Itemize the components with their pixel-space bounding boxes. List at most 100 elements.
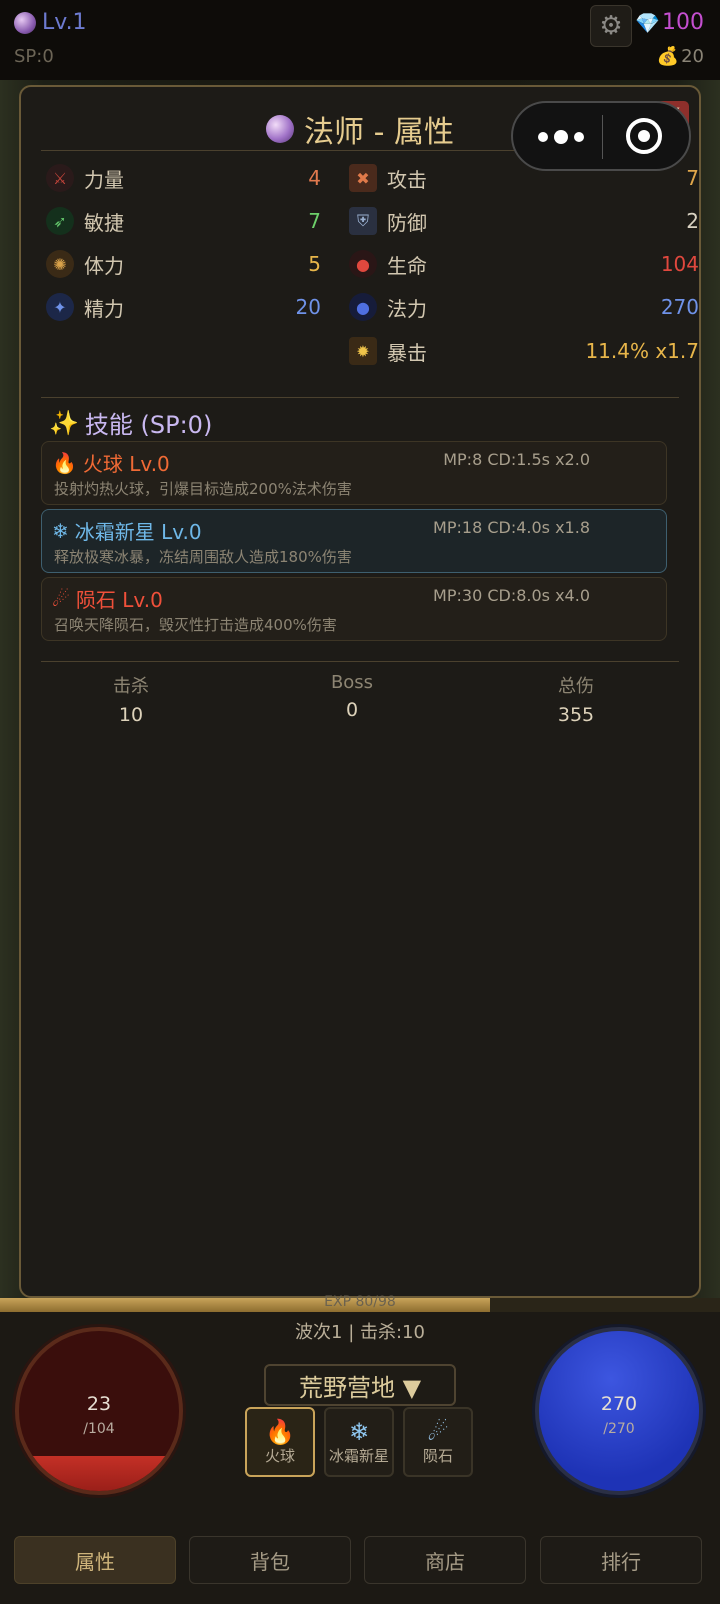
mage-orb-icon	[266, 115, 295, 143]
stat-crit: ✹ 暴击 11.4% x1.7	[349, 334, 699, 368]
close-miniprogram-button[interactable]	[626, 118, 662, 154]
skill-description: 释放极寒冰暴，冻结周围敌人造成180%伤害	[54, 548, 352, 566]
stat-strength: ⚔ 力量 4	[46, 161, 321, 195]
tab-shop[interactable]: 商店	[364, 1536, 526, 1584]
snowflake-icon: ❄	[52, 518, 69, 543]
stat-stamina: ✺ 体力 5	[46, 247, 321, 281]
stat-agility: ➶ 敏捷 7	[46, 204, 321, 238]
skills-header-text: 技能 (SP:0)	[84, 411, 213, 439]
stat-label: 攻击	[387, 167, 427, 192]
mp-current: 270	[600, 1393, 638, 1415]
top-bar: Lv.1 SP:0 ⚙ 💎 100 💰 20	[0, 0, 720, 80]
stat-label: 生命	[387, 253, 427, 278]
skill-name: 🔥 火球 Lv.0	[52, 448, 170, 477]
zone-selector[interactable]: 荒野营地 ▼	[264, 1364, 456, 1406]
skill-description: 投射灼热火球，引爆目标造成200%法术伤害	[54, 480, 352, 498]
skill-button-frost-nova[interactable]: ❄ 冰霜新星	[324, 1407, 394, 1477]
gold-count: 20	[681, 46, 704, 67]
total-damage: 总伤 355	[486, 672, 666, 726]
exp-text: EXP 80/98	[324, 1294, 396, 1310]
mp-max: /270	[603, 1421, 635, 1437]
skill-points: SP:0	[14, 46, 54, 67]
stat-value: 11.4% x1.7	[585, 339, 699, 363]
divider	[41, 661, 679, 662]
skill-card-meteor[interactable]: ☄ 陨石 Lv.0 MP:30 CD:8.0s x4.0 召唤天降陨石，毁灭性打…	[41, 577, 667, 641]
exp-bar: EXP 80/98	[0, 1294, 720, 1312]
stat-label: 精力	[84, 296, 124, 321]
stat-label: 防御	[387, 210, 427, 235]
total-value: 355	[557, 704, 595, 726]
skill-card-fireball[interactable]: 🔥 火球 Lv.0 MP:8 CD:1.5s x2.0 投射灼热火球，引爆目标造…	[41, 441, 667, 505]
total-label: 击杀	[113, 676, 149, 697]
comet-icon: ☄	[52, 586, 70, 611]
defense-icon: ⛨	[349, 207, 377, 235]
skill-button-meteor[interactable]: ☄ 陨石	[403, 1407, 473, 1477]
stat-energy: ✦ 精力 20	[46, 290, 321, 324]
total-kills: 击杀 10	[41, 672, 221, 726]
skill-meta: MP:8 CD:1.5s x2.0	[443, 450, 590, 469]
skill-name-text: 冰霜新星 Lv.0	[74, 520, 202, 544]
snowflake-icon: ❄	[348, 1417, 370, 1446]
comet-icon: ☄	[427, 1417, 449, 1446]
level-text: Lv.1	[42, 10, 87, 35]
strength-icon: ⚔	[46, 164, 74, 192]
skill-button-label: 火球	[264, 1446, 295, 1465]
stat-value: 4	[308, 166, 321, 190]
stat-label: 体力	[84, 253, 124, 278]
tab-attributes[interactable]: 属性	[14, 1536, 176, 1584]
skill-name-text: 陨石 Lv.0	[75, 588, 163, 612]
stat-label: 力量	[84, 167, 124, 192]
tab-ranking[interactable]: 排行	[540, 1536, 702, 1584]
skill-meta: MP:18 CD:4.0s x1.8	[433, 518, 590, 537]
total-label: 总伤	[558, 676, 594, 697]
energy-icon: ✦	[46, 293, 74, 321]
attribute-panel: 法师 - 属性 X ⚔ 力量 4 ➶ 敏捷 7 ✺ 体力 5 ✦ 精力 20 ✖…	[19, 85, 701, 1298]
skill-button-fireball[interactable]: 🔥 火球	[245, 1407, 315, 1477]
skills-header: ✨ 技能 (SP:0)	[49, 405, 212, 440]
stat-life: ● 生命 104	[349, 247, 699, 281]
gold-counter: 💰 20	[657, 46, 704, 67]
skill-description: 召唤天降陨石，毁灭性打击造成400%伤害	[54, 616, 337, 634]
sparkle-icon: ✨	[49, 408, 79, 437]
diamond-icon: 💎	[635, 10, 660, 35]
attack-icon: ✖	[349, 164, 377, 192]
settings-button[interactable]: ⚙	[590, 5, 632, 47]
fire-icon: 🔥	[52, 450, 77, 475]
stat-value: 20	[295, 295, 321, 319]
gem-counter: 💎 100	[635, 10, 704, 35]
stat-value: 5	[308, 252, 321, 276]
skill-name: ☄ 陨石 Lv.0	[52, 584, 163, 613]
skill-meta: MP:30 CD:8.0s x4.0	[433, 586, 590, 605]
battle-totals: 击杀 10 Boss 0 总伤 355	[41, 672, 683, 732]
stat-value: 7	[308, 209, 321, 233]
stat-value: 7	[686, 166, 699, 190]
life-icon: ●	[349, 250, 377, 278]
divider	[41, 397, 679, 398]
stat-label: 法力	[387, 296, 427, 321]
mana-icon: ●	[349, 293, 377, 321]
skill-button-label: 冰霜新星	[328, 1446, 389, 1465]
stat-value: 270	[660, 295, 699, 319]
skill-card-frost-nova[interactable]: ❄ 冰霜新星 Lv.0 MP:18 CD:4.0s x1.8 释放极寒冰暴，冻结…	[41, 509, 667, 573]
stat-label: 敏捷	[84, 210, 124, 235]
miniprogram-capsule	[511, 101, 691, 171]
stat-defense: ⛨ 防御 2	[349, 204, 699, 238]
fire-icon: 🔥	[265, 1417, 295, 1446]
capsule-divider	[602, 115, 603, 159]
stat-mana: ● 法力 270	[349, 290, 699, 324]
skill-name-text: 火球 Lv.0	[82, 452, 170, 476]
panel-title-text: 法师 - 属性	[304, 115, 454, 150]
total-label: Boss	[330, 672, 374, 693]
gear-icon: ⚙	[599, 11, 623, 41]
mp-globe: 270 /270	[535, 1327, 703, 1495]
total-value: 0	[345, 699, 359, 721]
gem-count: 100	[662, 10, 704, 35]
more-menu-button[interactable]	[535, 117, 587, 157]
skill-button-label: 陨石	[422, 1446, 453, 1465]
agility-icon: ➶	[46, 207, 74, 235]
crit-icon: ✹	[349, 337, 377, 365]
mage-orb-icon	[14, 11, 36, 34]
stamina-icon: ✺	[46, 250, 74, 278]
tab-backpack[interactable]: 背包	[189, 1536, 351, 1584]
hp-fill	[19, 1455, 179, 1491]
